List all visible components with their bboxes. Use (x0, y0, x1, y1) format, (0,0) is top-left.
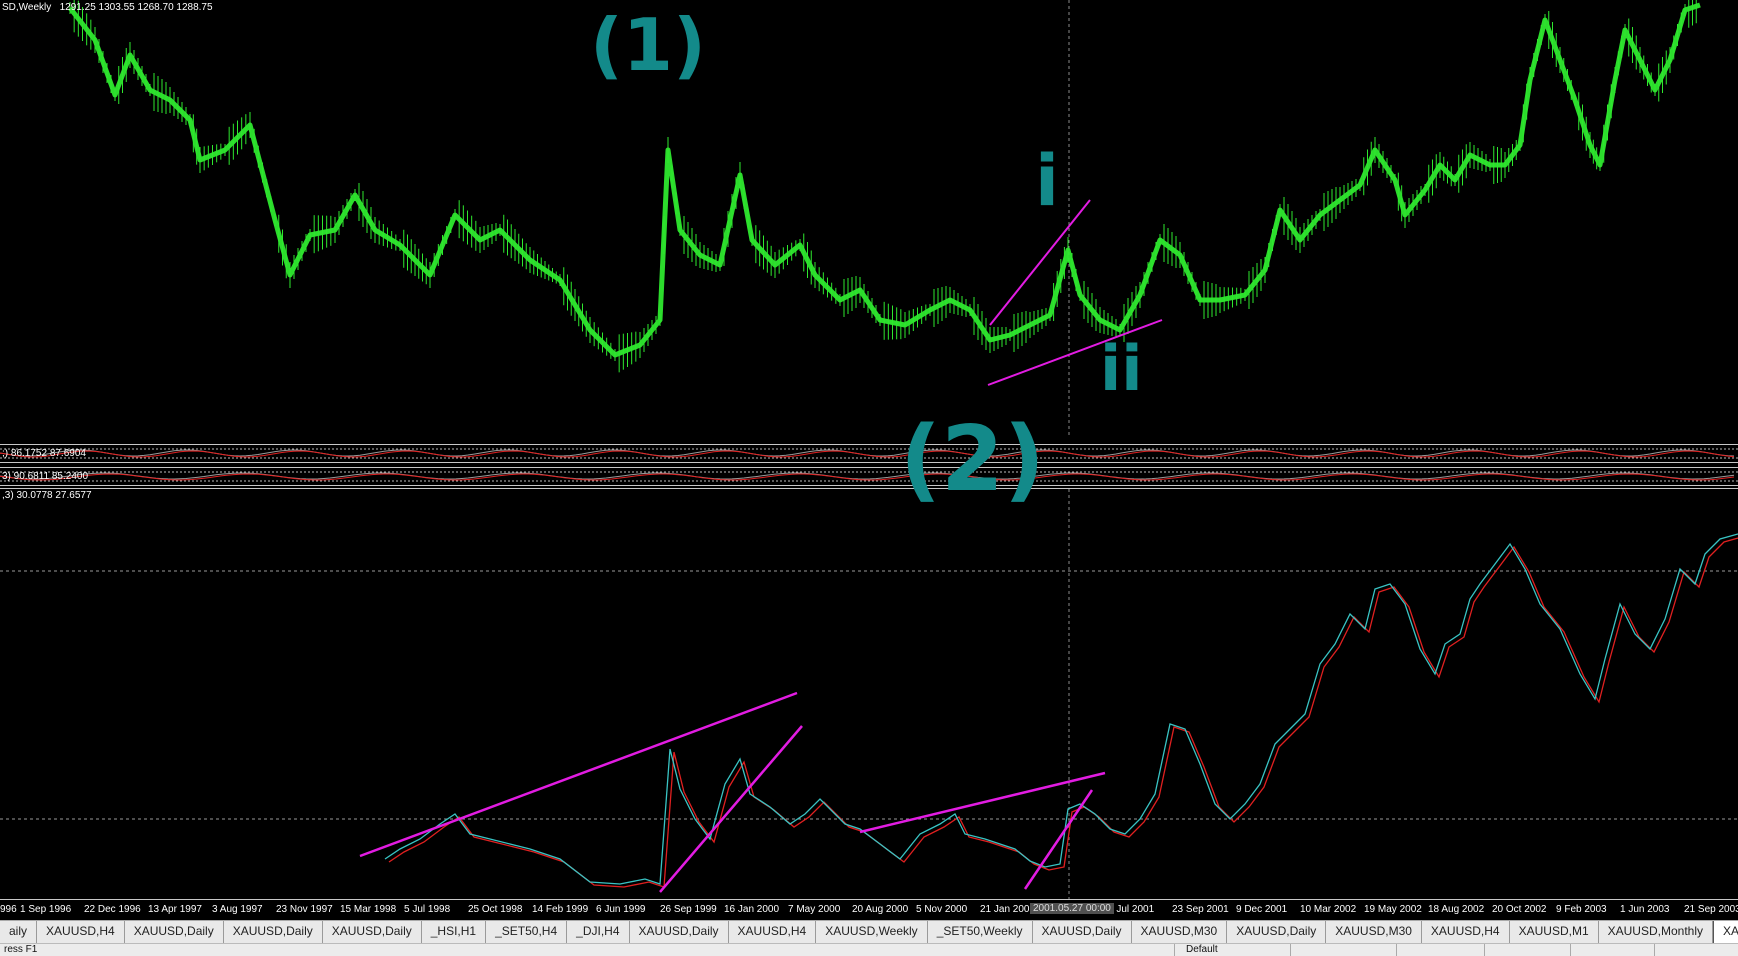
stochastic-pane[interactable]: ,3) 30.0778 27.6577 (0, 488, 1738, 899)
trendline (1023, 789, 1094, 890)
date-label: 996 (0, 904, 17, 915)
chart-tab[interactable]: XAUUSD,Daily (1033, 921, 1132, 943)
date-label: 26 Sep 1999 (660, 904, 717, 915)
date-label: 15 Mar 1998 (340, 904, 397, 915)
date-label: 5 Nov 2000 (916, 904, 968, 915)
status-profile: Default (1186, 944, 1218, 955)
date-label: 23 Sep 2001 (1172, 904, 1229, 915)
chart-tab[interactable]: aily (0, 921, 38, 943)
date-label: 10 Mar 2002 (1300, 904, 1357, 915)
stochastic-signal-line (388, 537, 1738, 888)
date-label: 13 Apr 1997 (148, 904, 202, 915)
date-label: 14 Feb 1999 (532, 904, 589, 915)
status-divider (1484, 944, 1485, 956)
trendline (989, 199, 1091, 326)
price-chart-canvas[interactable] (0, 0, 1738, 438)
date-label: 1 Sep 1996 (20, 904, 72, 915)
date-label: 21 Sep 2003 (1684, 904, 1738, 915)
date-label: 8 Jul 2001 (1108, 904, 1155, 915)
oscillator-strip-2[interactable]: 3) 90.6811 85.2400 (0, 467, 1738, 486)
chart-tab[interactable]: XAUUSD,M30 (1132, 921, 1228, 943)
date-label: 20 Aug 2000 (852, 904, 909, 915)
date-label: 9 Feb 2003 (1556, 904, 1607, 915)
date-label: 16 Jan 2000 (724, 904, 780, 915)
chart-tab-bar: aily XAUUSD,H4 XAUUSD,Daily XAUUSD,Daily XAU… (0, 920, 1738, 943)
stochastic-label: ,3) 30.0778 27.6577 (2, 490, 92, 501)
chart-tab[interactable]: XAUUSD,M1 (1510, 921, 1599, 943)
chart-tab[interactable]: _DJI,H4 (567, 921, 630, 943)
status-divider (1174, 944, 1175, 956)
chart-tab[interactable]: _SET50,H4 (486, 921, 568, 943)
chart-tab[interactable]: XAUUSD,Weekly (816, 921, 928, 943)
oscillator-1-canvas (0, 448, 1738, 459)
oscillator-2-label: 3) 90.6811 85.2400 (2, 471, 89, 482)
status-bar: ress F1 Default (0, 943, 1738, 956)
chart-tab[interactable]: XAUUSD,Daily (125, 921, 224, 943)
date-label: 23 Nov 1997 (276, 904, 333, 915)
trendline (659, 725, 803, 893)
date-label: 25 Oct 1998 (468, 904, 523, 915)
time-axis: 996 1 Sep 1996 22 Dec 1996 13 Apr 1997 3 Aug… (0, 899, 1738, 920)
status-help-text: ress F1 (4, 944, 38, 955)
chart-tab[interactable]: XAUUSD,Monthly (1599, 921, 1713, 943)
chart-tab[interactable]: XAUUSD,H4 (1422, 921, 1510, 943)
symbol-caption: SD,Weekly (2, 2, 52, 13)
chart-tab[interactable]: XAUUSD,Daily (1227, 921, 1327, 943)
status-divider (1396, 944, 1397, 956)
date-label: 6 Jun 1999 (596, 904, 646, 915)
status-divider (1654, 944, 1655, 956)
chart-tab[interactable]: XAUUSD,H4 (729, 921, 817, 943)
date-label: 20 Oct 2002 (1492, 904, 1547, 915)
date-label: 18 Aug 2002 (1428, 904, 1485, 915)
oscillator-1-label: ;) 86.1752 87.6904 (2, 448, 86, 459)
status-divider (1290, 944, 1291, 956)
date-label: 21 Jan 2001 (980, 904, 1036, 915)
chart-tab[interactable]: _SET50,Weekly (928, 921, 1033, 943)
chart-tab[interactable]: XAUUSD,M30 (1326, 921, 1422, 943)
chart-tab[interactable]: XAUUSD,Daily (323, 921, 422, 943)
stochastic-canvas[interactable] (0, 489, 1738, 899)
ohlc-values: 1291.25 1303.55 1268.70 1288.75 (59, 2, 213, 13)
crosshair-date-label: 2001.05.27 00:00 (1030, 903, 1114, 914)
chart-tab[interactable]: XAUUSD,Daily (224, 921, 323, 943)
chart-tab[interactable]: _HSI,H1 (422, 921, 487, 943)
symbol-ohlc-caption: SD,Weekly 1291.25 1303.55 1268.70 1288.7… (2, 2, 213, 13)
chart-tab[interactable]: XAUUSD,Daily (630, 921, 729, 943)
oscillator-strip-1[interactable]: ;) 86.1752 87.6904 (0, 444, 1738, 463)
date-label: 7 May 2000 (788, 904, 841, 915)
date-label: 22 Dec 1996 (84, 904, 141, 915)
oscillator-main-line (0, 472, 1735, 480)
date-label: 19 May 2002 (1364, 904, 1422, 915)
chart-tab[interactable]: XAUUSD,H4 (37, 921, 125, 943)
oscillator-2-canvas (0, 471, 1738, 482)
date-label: 3 Aug 1997 (212, 904, 263, 915)
status-divider (1570, 944, 1571, 956)
chart-tab[interactable]: XAUUSD,Weekly (1713, 921, 1738, 943)
date-label: 9 Dec 2001 (1236, 904, 1288, 915)
date-label: 5 Jul 1998 (404, 904, 451, 915)
price-chart-pane[interactable]: SD,Weekly 1291.25 1303.55 1268.70 1288.7… (0, 0, 1738, 438)
date-label: 1 Jun 2003 (1620, 904, 1670, 915)
